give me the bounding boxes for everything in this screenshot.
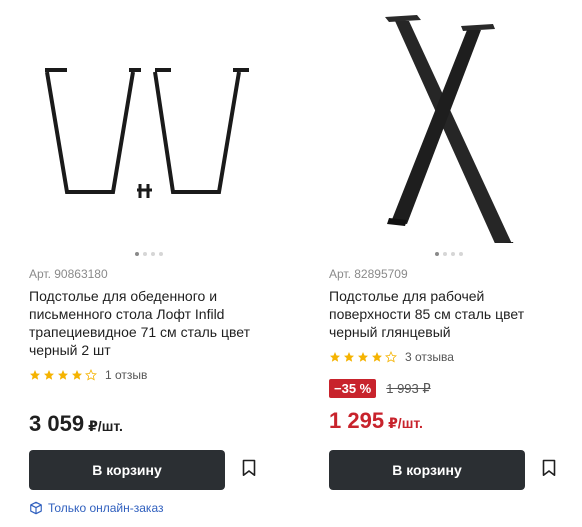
product-title[interactable]: Подстолье для рабочей поверхности 85 см …	[329, 287, 565, 341]
online-order-only-label: Только онлайн-заказ	[29, 501, 163, 515]
star-filled-icon	[44, 370, 54, 380]
x-shaped-table-leg-image	[385, 15, 515, 250]
product-image[interactable]	[29, 8, 269, 243]
star-filled-icon	[72, 370, 82, 380]
product-sku: Арт. 90863180	[29, 267, 108, 281]
reviews-count[interactable]: 1 отзыв	[105, 368, 147, 382]
product-sku: Арт. 82895709	[329, 267, 408, 281]
image-carousel-dots[interactable]	[29, 252, 269, 256]
product-card[interactable]: Арт. 82895709 Подстолье для рабочей пове…	[329, 0, 582, 527]
star-filled-icon	[344, 352, 354, 362]
price-value: 1 295	[329, 408, 385, 433]
price-unit: ₽/шт.	[388, 415, 423, 431]
bookmark-icon[interactable]	[542, 459, 556, 477]
add-to-cart-button[interactable]: В корзину	[329, 450, 525, 490]
online-order-text: Только онлайн-заказ	[48, 501, 164, 515]
carousel-dot[interactable]	[451, 252, 455, 256]
reviews-count[interactable]: 3 отзыва	[405, 350, 454, 364]
carousel-dot[interactable]	[151, 252, 155, 256]
star-filled-icon	[372, 352, 382, 362]
carousel-dot[interactable]	[159, 252, 163, 256]
carousel-dot[interactable]	[459, 252, 463, 256]
discount-row: −35 % 1 993 ₽	[329, 379, 431, 398]
trapezoid-table-legs-image	[45, 68, 249, 198]
product-price: 1 295 ₽/шт.	[329, 408, 423, 434]
product-price: 3 059 ₽/шт.	[29, 411, 123, 437]
bookmark-icon[interactable]	[242, 459, 256, 477]
box-icon	[30, 501, 42, 515]
carousel-dot[interactable]	[143, 252, 147, 256]
product-title[interactable]: Подстолье для обеденного и письменного с…	[29, 287, 265, 359]
carousel-dot[interactable]	[135, 252, 139, 256]
carousel-dot[interactable]	[435, 252, 439, 256]
star-filled-icon	[358, 352, 368, 362]
product-card[interactable]: Арт. 90863180 Подстолье для обеденного и…	[29, 0, 289, 527]
star-filled-icon	[330, 352, 340, 362]
price-value: 3 059	[29, 411, 85, 436]
image-carousel-dots[interactable]	[329, 252, 569, 256]
product-rating[interactable]: 3 отзыва	[329, 350, 454, 364]
price-unit: ₽/шт.	[88, 418, 123, 434]
product-rating[interactable]: 1 отзыв	[29, 368, 147, 382]
carousel-dot[interactable]	[443, 252, 447, 256]
old-price: 1 993 ₽	[386, 380, 431, 396]
star-empty-icon	[85, 369, 97, 381]
star-empty-icon	[385, 351, 397, 363]
star-filled-icon	[58, 370, 68, 380]
discount-badge: −35 %	[329, 379, 377, 398]
star-filled-icon	[30, 370, 40, 380]
add-to-cart-button[interactable]: В корзину	[29, 450, 225, 490]
product-image[interactable]	[329, 8, 569, 250]
